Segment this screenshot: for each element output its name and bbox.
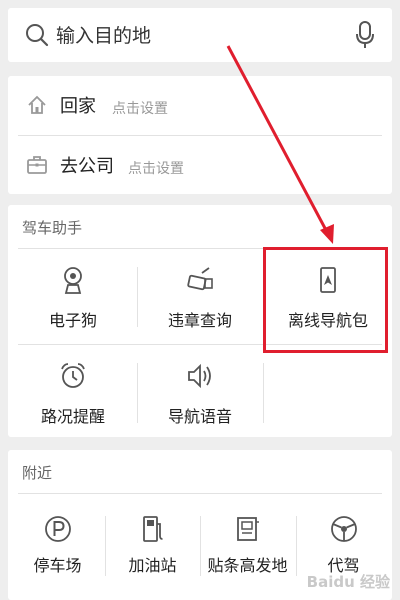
shortcuts-card: 回家 点击设置 去公司 点击设置 [8, 76, 392, 194]
highlight-box [263, 247, 388, 353]
home-shortcut[interactable]: 回家 点击设置 [8, 76, 392, 134]
steering-wheel-icon [330, 516, 357, 542]
company-hint: 点击设置 [128, 161, 184, 177]
speed-camera-icon [64, 267, 82, 294]
divider [263, 363, 264, 423]
tile-gas-station[interactable]: 加油站 [105, 500, 200, 600]
search-input[interactable]: 输入目的地 [56, 21, 151, 48]
tile-ticket-hotspot[interactable]: 贴条高发地 [200, 500, 295, 600]
ticket-icon [236, 517, 259, 541]
company-label: 去公司 [60, 156, 114, 177]
gas-station-icon [142, 516, 163, 542]
speaker-icon [188, 363, 211, 389]
parking-icon [44, 516, 71, 542]
tile-label: 贴条高发地 [207, 556, 288, 575]
search-bar[interactable]: 输入目的地 [8, 8, 392, 62]
tile-label: 停车场 [33, 556, 82, 575]
tile-traffic-alert[interactable]: 路况提醒 [10, 345, 136, 441]
company-shortcut[interactable]: 去公司 点击设置 [8, 136, 392, 194]
microphone-icon[interactable] [354, 20, 376, 50]
tile-traffic-violation[interactable]: 违章查询 [137, 249, 263, 345]
home-hint: 点击设置 [112, 101, 168, 117]
section-title-nearby: 附近 [22, 464, 53, 482]
tile-speed-camera[interactable]: 电子狗 [10, 249, 136, 345]
home-icon [28, 95, 46, 114]
home-label: 回家 [60, 96, 96, 117]
traffic-violation-icon [187, 267, 213, 291]
tile-label: 违章查询 [167, 311, 232, 330]
briefcase-icon [27, 156, 47, 174]
tile-label: 加油站 [128, 556, 177, 575]
divider [18, 493, 382, 494]
alarm-clock-icon [61, 363, 85, 388]
section-title-driving-assistant: 驾车助手 [22, 219, 83, 237]
search-icon [26, 24, 49, 47]
tile-navigation-voice[interactable]: 导航语音 [137, 345, 263, 441]
watermark: Baidu 经验 [306, 573, 390, 591]
tile-label: 路况提醒 [40, 407, 105, 426]
tile-label: 导航语音 [167, 407, 232, 426]
tile-parking[interactable]: 停车场 [10, 500, 105, 600]
tile-label: 电子狗 [48, 311, 97, 330]
